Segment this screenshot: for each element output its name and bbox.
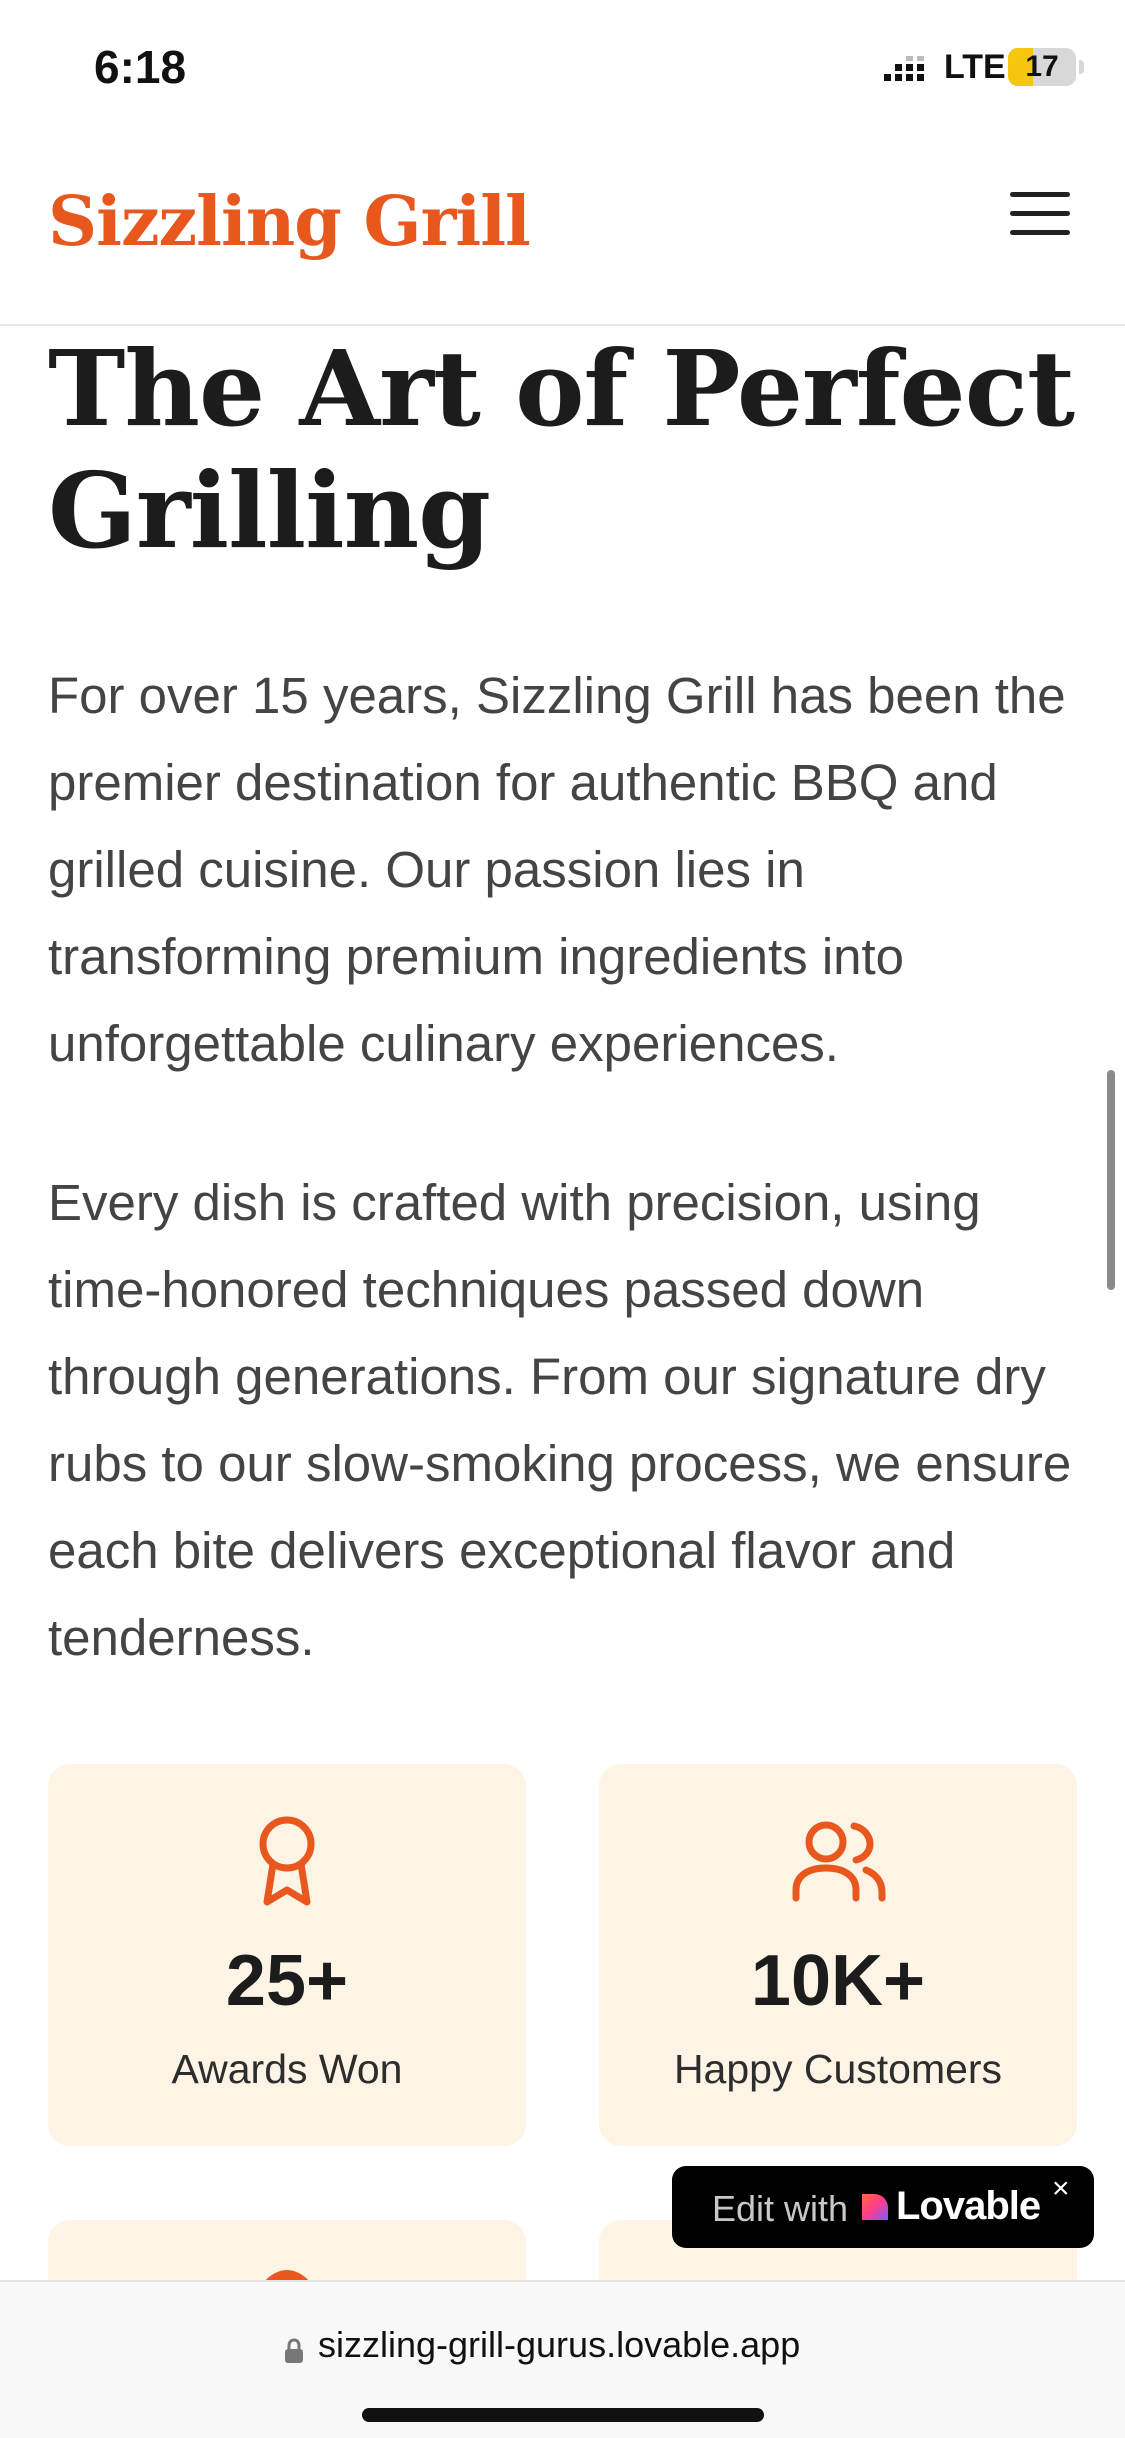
url-text[interactable]: sizzling-grill-gurus.lovable.app (318, 2324, 800, 2366)
badge-edit-text: Edit with (712, 2188, 849, 2229)
lovable-heart-icon (862, 2194, 888, 2220)
badge-brand: Lovable (896, 2184, 1041, 2228)
scrollbar[interactable] (1107, 1070, 1115, 1290)
stat-label: Awards Won (171, 2046, 403, 2092)
about-paragraph: For over 15 years, Sizzling Grill has be… (48, 667, 1066, 1072)
status-time: 6:18 (94, 41, 187, 93)
award-ribbon-icon (259, 1816, 315, 1906)
close-icon[interactable]: × (1052, 2172, 1070, 2206)
page-title-line: The Art of Perfect (48, 327, 1075, 450)
brand-logo[interactable]: Sizzling Grill (48, 182, 531, 262)
status-bar: 6:18 LTE 17 (0, 0, 1125, 140)
home-indicator[interactable] (362, 2408, 764, 2422)
stat-value: 10K+ (750, 1941, 926, 2021)
page-title: The Art of Perfect Grilling (48, 328, 1078, 572)
menu-line (1010, 230, 1070, 235)
stat-card-awards: 25+ Awards Won (48, 1764, 526, 2146)
stat-label: Happy Customers (673, 2046, 1003, 2092)
users-icon (792, 1821, 886, 1902)
battery-tip (1079, 60, 1084, 74)
menu-line (1010, 192, 1070, 197)
signal-bars-icon (884, 56, 924, 81)
network-type: LTE (944, 48, 1006, 86)
about-section: The Art of Perfect Grilling For over 15 … (48, 328, 1078, 1681)
about-paragraph: Every dish is crafted with precision, us… (48, 1174, 1072, 1666)
stat-card-customers: 10K+ Happy Customers (599, 1764, 1077, 2146)
stat-value: 25+ (225, 1941, 349, 2021)
browser-url-bar[interactable]: sizzling-grill-gurus.lovable.app (0, 2280, 1125, 2438)
page-title-line: Grilling (48, 449, 491, 572)
battery-level: 17 (1025, 50, 1059, 83)
battery-icon: 17 (1008, 48, 1076, 86)
edit-with-lovable-badge[interactable]: Edit with Lovable × (672, 2166, 1094, 2248)
hamburger-menu-icon[interactable] (1010, 192, 1070, 246)
menu-line (1010, 211, 1070, 216)
lock-icon (285, 2338, 303, 2363)
site-header: Sizzling Grill (0, 140, 1125, 326)
